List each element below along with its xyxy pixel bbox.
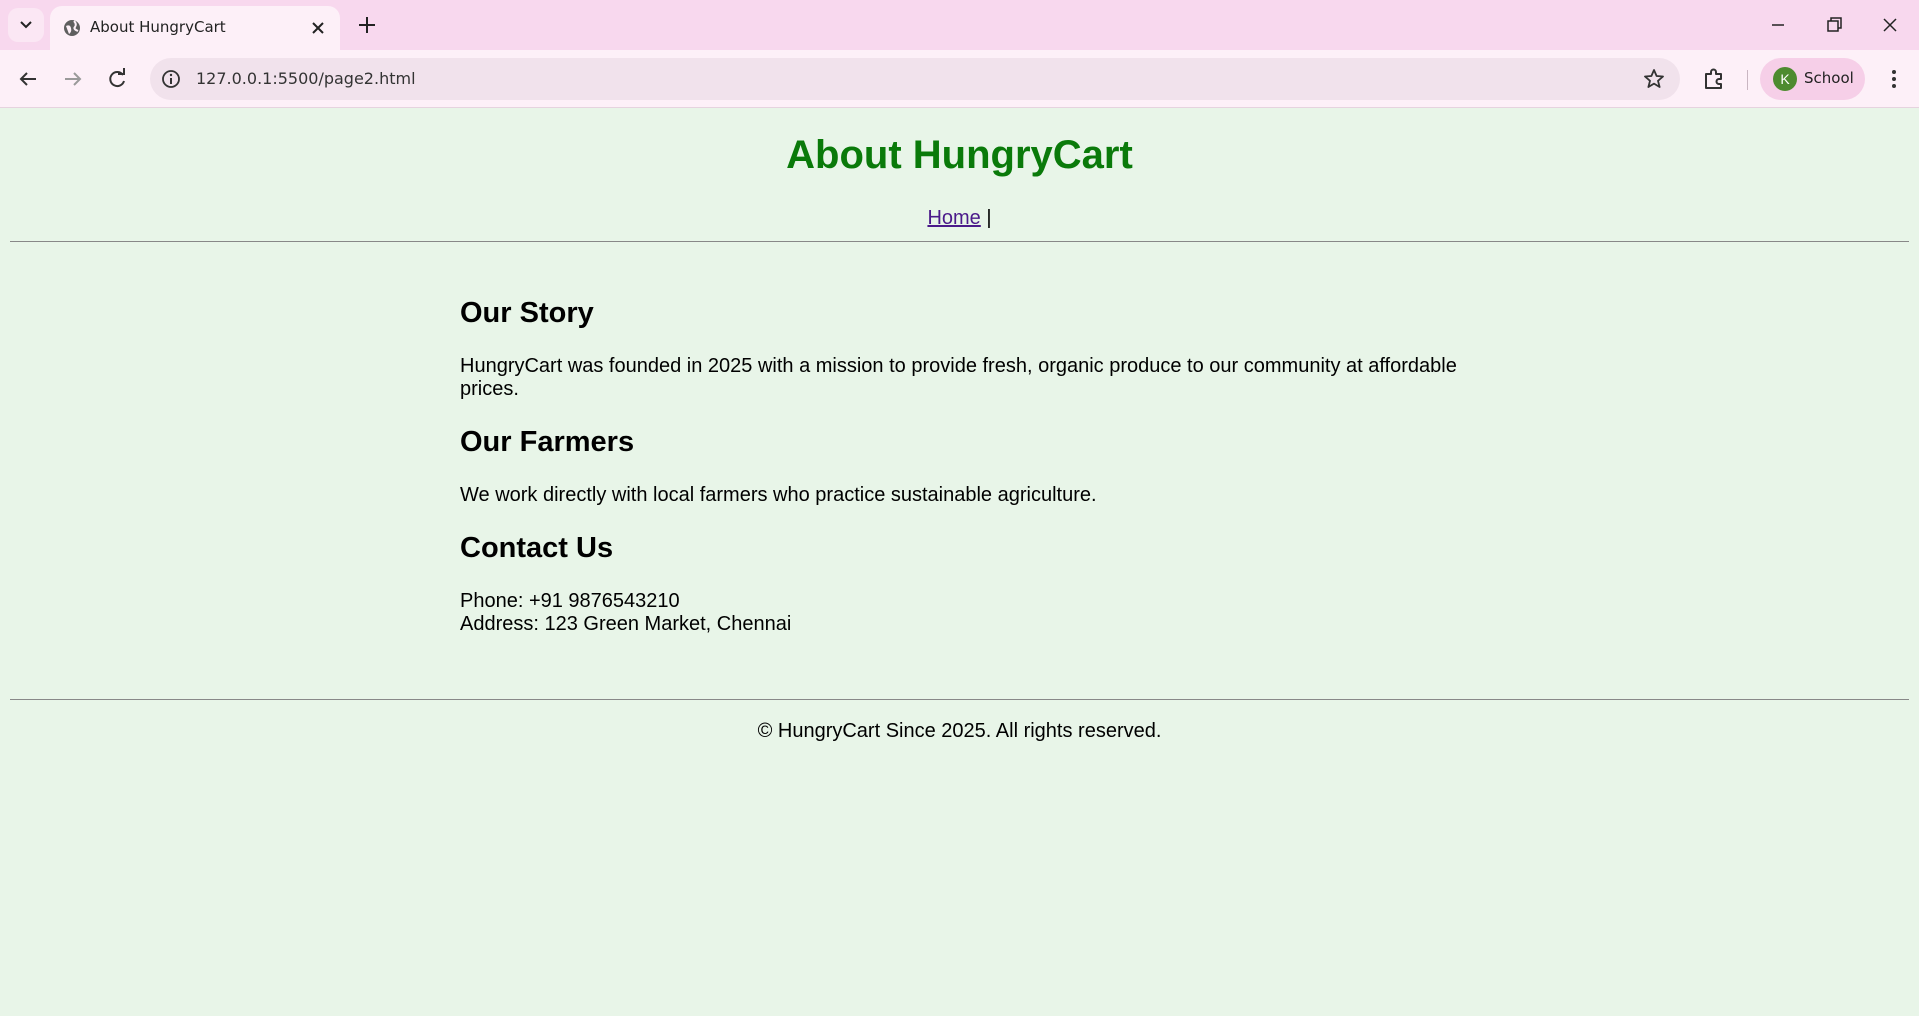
- minimize-icon[interactable]: [1765, 12, 1791, 38]
- main-content: Our Story HungryCart was founded in 2025…: [460, 297, 1460, 661]
- page-title: About HungryCart: [786, 133, 1133, 177]
- site-nav: Home |: [0, 207, 1919, 230]
- bookmark-star-icon[interactable]: [1642, 67, 1666, 91]
- section-heading-story: Our Story: [460, 297, 594, 329]
- avatar: K: [1773, 67, 1797, 91]
- tab-search-button[interactable]: [8, 8, 44, 42]
- back-arrow-icon[interactable]: [14, 65, 42, 93]
- section-text-story: HungryCart was founded in 2025 with a mi…: [460, 355, 1457, 400]
- new-tab-plus-icon[interactable]: [354, 12, 380, 38]
- chevron-down-icon: [20, 21, 32, 29]
- restore-icon[interactable]: [1821, 12, 1847, 38]
- section-heading-contact: Contact Us: [460, 532, 614, 564]
- active-tab[interactable]: About HungryCart: [50, 6, 340, 50]
- close-window-icon[interactable]: [1877, 12, 1903, 38]
- reload-icon[interactable]: [103, 65, 131, 93]
- tab-strip: About HungryCart: [0, 0, 1919, 50]
- tab-title: About HungryCart: [90, 18, 226, 36]
- site-info-icon[interactable]: [160, 68, 182, 90]
- header-divider: [10, 241, 1909, 242]
- contact-address: Address: 123 Green Market, Chennai: [460, 613, 792, 635]
- address-bar[interactable]: 127.0.0.1:5500/page2.html: [150, 58, 1680, 100]
- extensions-puzzle-icon[interactable]: [1700, 65, 1728, 93]
- section-text-farmers: We work directly with local farmers who …: [460, 484, 1097, 506]
- profile-button[interactable]: K School: [1760, 58, 1865, 100]
- home-link[interactable]: Home: [927, 207, 980, 229]
- forward-arrow-icon[interactable]: [59, 65, 87, 93]
- profile-label: School: [1804, 69, 1854, 87]
- section-heading-farmers: Our Farmers: [460, 426, 635, 458]
- nav-separator: |: [980, 207, 992, 229]
- close-icon[interactable]: [308, 18, 328, 38]
- footer-copyright: © HungryCart Since 2025. All rights rese…: [757, 720, 1162, 742]
- contact-details: Phone: +91 9876543210 Address: 123 Green…: [460, 590, 1460, 636]
- contact-phone: Phone: +91 9876543210: [460, 590, 680, 612]
- footer-divider: [10, 699, 1909, 700]
- globe-icon: [64, 20, 80, 36]
- page-viewport: About HungryCart Home | Our Story Hungry…: [0, 109, 1919, 1016]
- more-options-icon[interactable]: [1880, 65, 1908, 93]
- browser-toolbar: 127.0.0.1:5500/page2.html K School: [0, 50, 1919, 108]
- toolbar-divider: [1747, 70, 1748, 90]
- url-text[interactable]: 127.0.0.1:5500/page2.html: [196, 69, 416, 88]
